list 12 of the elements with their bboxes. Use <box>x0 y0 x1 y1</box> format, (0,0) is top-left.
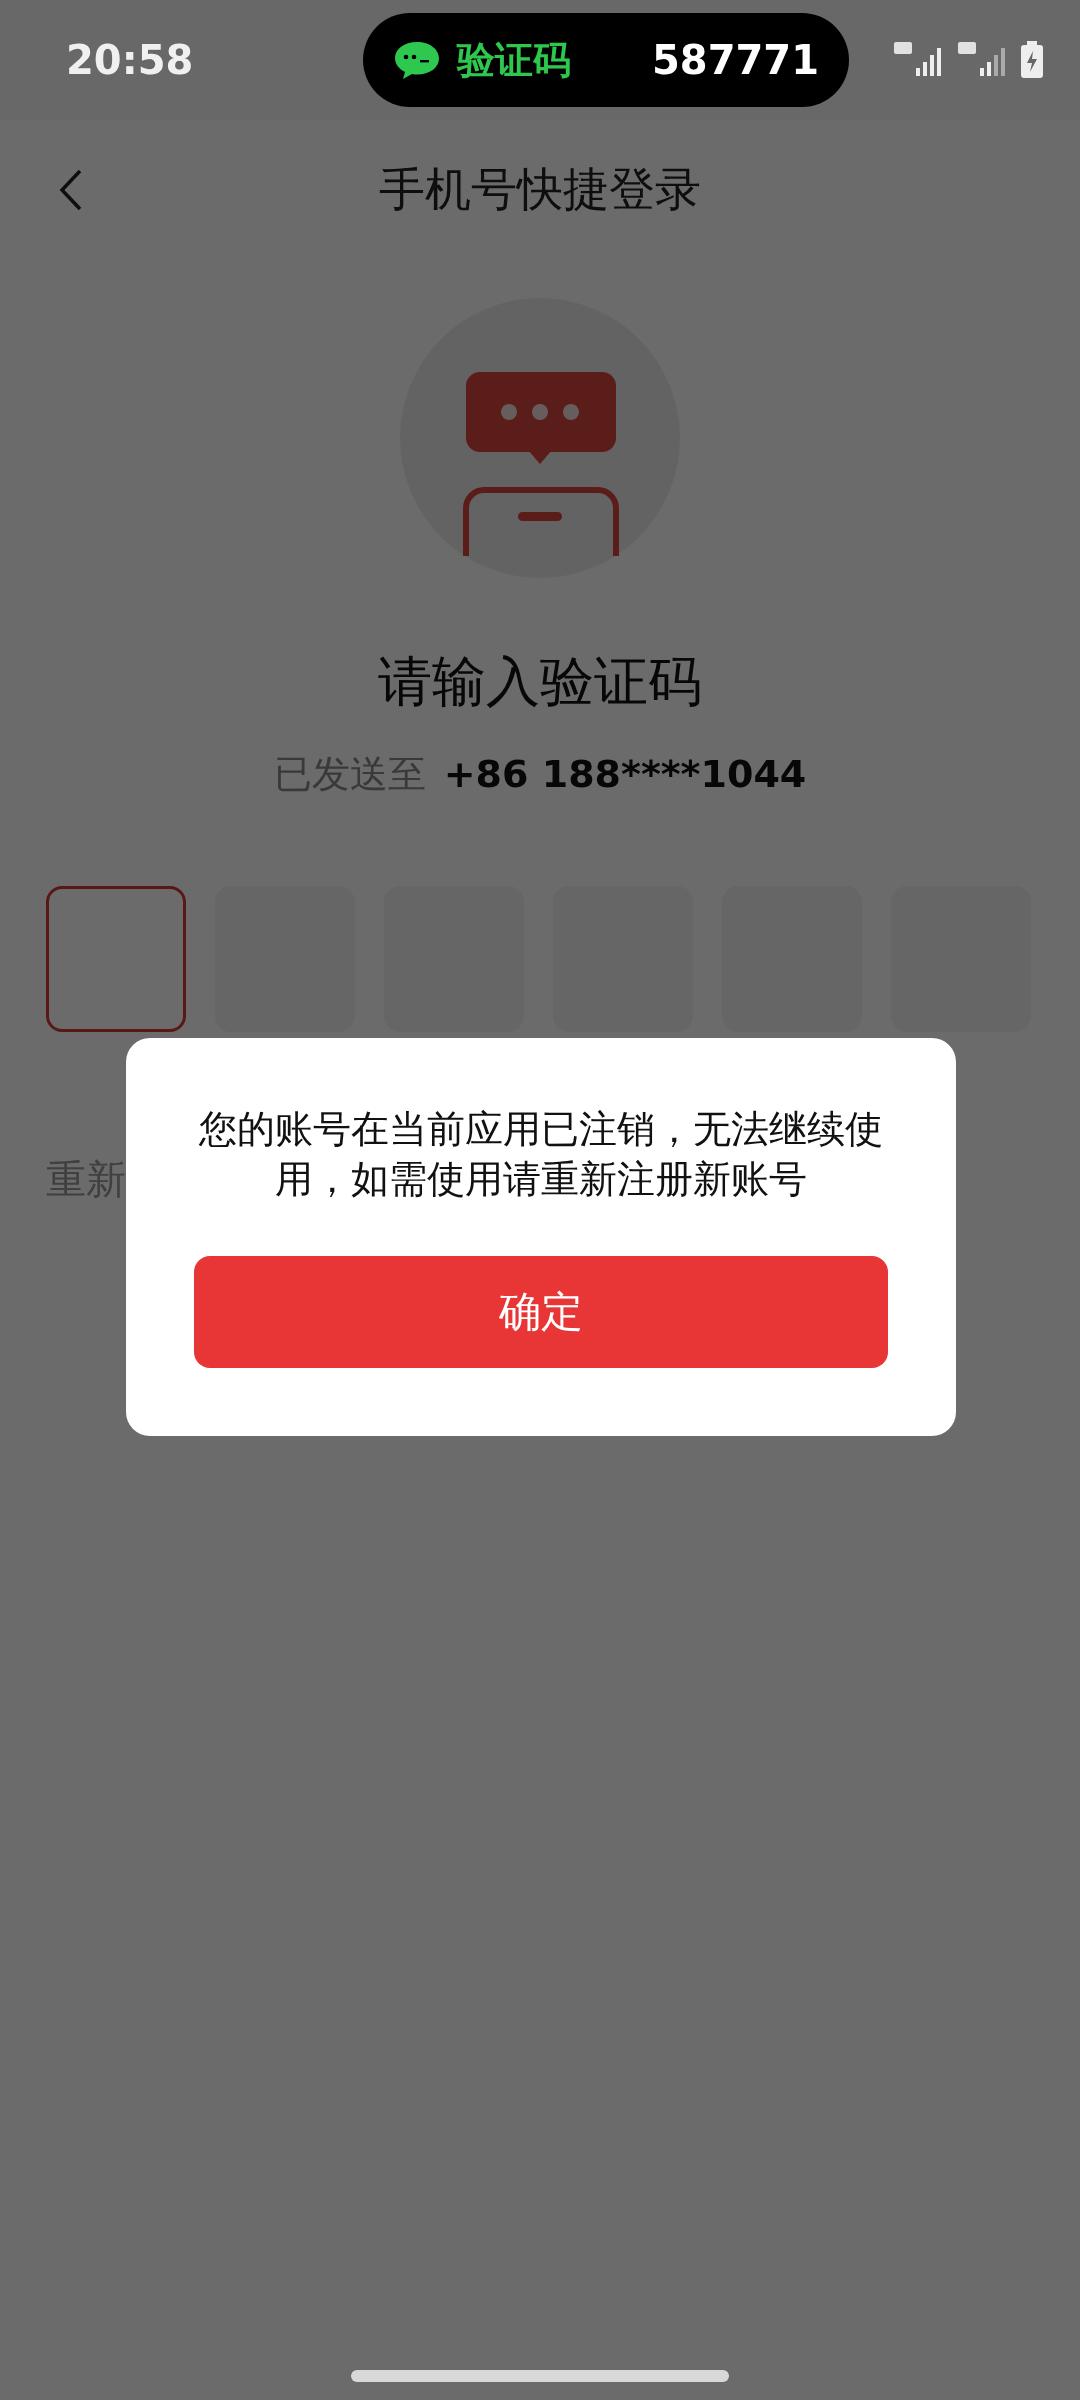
page-title: 手机号快捷登录 <box>379 161 701 218</box>
dialog-message: 您的账号在当前应用已注销，无法继续使用，如需使用请重新注册新账号 <box>198 1106 884 1203</box>
confirm-button[interactable]: 确定 <box>194 1256 888 1368</box>
heading: 请输入验证码 <box>377 649 703 715</box>
phone-number: +86 188****1044 <box>443 752 807 796</box>
notification-pill[interactable]: 验证码 587771 <box>363 13 849 107</box>
home-indicator[interactable] <box>351 2370 729 2382</box>
status-time: 20:58 <box>66 37 195 83</box>
back-icon[interactable] <box>58 168 84 212</box>
battery-icon <box>1020 41 1044 79</box>
chat-bubble-icon <box>393 40 441 80</box>
code-digit-field[interactable] <box>46 886 186 1032</box>
